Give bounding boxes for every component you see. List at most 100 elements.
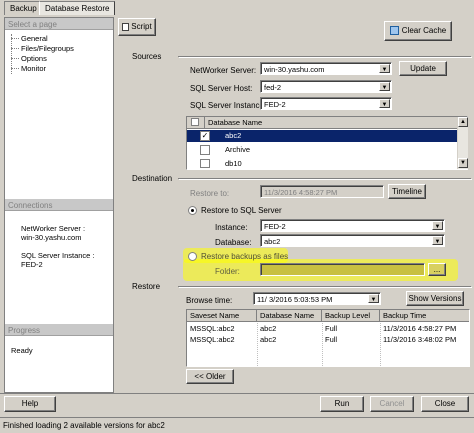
chevron-down-icon[interactable]: ▼ [379, 82, 390, 91]
column-divider [257, 323, 258, 366]
col-backup-time[interactable]: Backup Time [380, 310, 469, 322]
restore-as-files-radio[interactable] [188, 252, 197, 261]
sources-divider [178, 56, 471, 57]
folder-label: Folder: [215, 267, 240, 276]
scroll-up-icon[interactable]: ▲ [458, 117, 468, 127]
connection-networker-label: NetWorker Server : [21, 224, 86, 233]
sql-instance-label: SQL Server Instance: [190, 101, 267, 110]
footer-divider [0, 393, 474, 394]
progress-header: Progress [5, 324, 113, 336]
tree-hline [11, 38, 19, 39]
connection-sql-value: FED-2 [21, 260, 43, 269]
close-button[interactable]: Close [421, 396, 469, 412]
networker-server-value: win-30.yashu.com [264, 65, 325, 74]
networker-server-select[interactable]: win-30.yashu.com ▼ [260, 62, 392, 75]
db-name-header: Database Name [205, 117, 457, 129]
chevron-down-icon[interactable]: ▼ [432, 236, 443, 245]
older-button[interactable]: << Older [186, 369, 234, 384]
col-backup-level[interactable]: Backup Level [322, 310, 380, 322]
cell-level: Full [325, 324, 338, 333]
column-divider [380, 323, 381, 366]
progress-status: Ready [11, 346, 33, 355]
select-all-checkbox[interactable] [191, 118, 199, 126]
sql-host-select[interactable]: fed-2 ▼ [260, 80, 392, 93]
page-files-filegroups[interactable]: Files/Filegroups [21, 44, 74, 53]
database-value: abc2 [264, 237, 281, 246]
help-label: Help [21, 399, 39, 408]
col-saveset-name[interactable]: Saveset Name [187, 310, 257, 322]
tab-database-restore[interactable]: Database Restore [39, 1, 116, 15]
col-database-name[interactable]: Database Name [257, 310, 322, 322]
clear-cache-icon [389, 26, 399, 36]
db-name-archive: Archive [225, 145, 251, 154]
restore-to-sql-label: Restore to SQL Server [201, 206, 282, 215]
connection-networker-value: win-30.yashu.com [21, 233, 82, 242]
chevron-down-icon[interactable]: ▼ [432, 221, 443, 230]
cancel-label: Cancel [379, 399, 405, 408]
update-label: Update [410, 64, 436, 73]
db-check-header [187, 117, 205, 129]
instance-select[interactable]: FED-2 ▼ [260, 219, 445, 232]
browse-time-picker[interactable]: 11/ 3/2016 5:03:53 PM ▼ [253, 292, 381, 305]
chevron-down-icon[interactable]: ▼ [379, 99, 390, 108]
timeline-button[interactable]: Timeline [388, 184, 426, 199]
show-versions-button[interactable]: Show Versions [406, 291, 464, 306]
tab-backup[interactable]: Backup [4, 1, 43, 15]
tree-hline [11, 48, 19, 49]
destination-label: Destination [132, 174, 173, 183]
clear-cache-button[interactable]: Clear Cache [384, 21, 452, 41]
clear-cache-label: Clear Cache [401, 26, 447, 35]
table-row[interactable]: MSSQL:abc2 abc2 Full 11/3/2016 4:58:27 P… [187, 323, 469, 334]
page-options[interactable]: Options [21, 54, 47, 63]
left-panel: Select a page General Files/Filegroups O… [4, 17, 114, 393]
sql-instance-value: FED-2 [264, 100, 286, 109]
sql-host-value: fed-2 [264, 83, 282, 92]
chevron-down-icon[interactable]: ▼ [379, 64, 390, 73]
sql-instance-select[interactable]: FED-2 ▼ [260, 97, 392, 110]
db-name-db10: db10 [225, 159, 242, 168]
run-button[interactable]: Run [320, 396, 364, 412]
connection-sql-label: SQL Server Instance : [21, 251, 95, 260]
destination-divider [178, 178, 471, 179]
cell-time: 11/3/2016 4:58:27 PM [383, 324, 457, 333]
sql-host-label: SQL Server Host: [190, 84, 253, 93]
help-button[interactable]: Help [4, 396, 56, 412]
database-select[interactable]: abc2 ▼ [260, 234, 445, 247]
tab-label: Database Restore [45, 4, 110, 13]
table-row[interactable]: MSSQL:abc2 abc2 Full 11/3/2016 3:48:02 P… [187, 334, 469, 345]
versions-table[interactable]: Saveset Name Database Name Backup Level … [186, 309, 470, 367]
db-checkbox-abc2[interactable]: ✓ [200, 131, 210, 141]
checkmark-icon: ✓ [201, 131, 209, 140]
tab-label: Backup [10, 4, 37, 13]
chevron-down-icon[interactable]: ▼ [368, 294, 379, 303]
db-name-abc2: abc2 [225, 131, 242, 140]
cell-level: Full [325, 335, 338, 344]
instance-label: Instance: [215, 223, 248, 232]
cancel-button[interactable]: Cancel [370, 396, 414, 412]
tree-hline [11, 68, 19, 69]
script-button[interactable]: Script [118, 18, 156, 36]
page-monitor[interactable]: Monitor [21, 64, 46, 73]
db-checkbox-archive[interactable] [200, 145, 210, 155]
cell-database: abc2 [260, 335, 277, 344]
db-checkbox-db10[interactable] [200, 159, 210, 168]
cell-database: abc2 [260, 324, 277, 333]
db-scrollbar[interactable]: ▲ ▼ [457, 117, 468, 169]
status-text: Finished loading 2 available versions fo… [3, 421, 165, 430]
update-button[interactable]: Update [399, 61, 447, 76]
browse-time-label: Browse time: [186, 296, 233, 305]
script-icon [122, 22, 130, 31]
browse-time-value: 11/ 3/2016 5:03:53 PM [257, 295, 333, 304]
run-label: Run [334, 399, 350, 408]
restore-to-sql-radio[interactable] [188, 206, 197, 215]
restore-section-label: Restore [132, 282, 161, 291]
restore-to-label: Restore to: [190, 189, 230, 198]
status-bar: Finished loading 2 available versions fo… [0, 417, 474, 433]
cell-saveset: MSSQL:abc2 [190, 324, 235, 333]
script-label: Script [131, 22, 152, 31]
folder-browse-button[interactable]: ... [428, 263, 446, 276]
page-general[interactable]: General [21, 34, 48, 43]
browse-label: ... [433, 265, 441, 274]
scroll-down-icon[interactable]: ▼ [458, 158, 468, 168]
database-list[interactable]: Database Name ✓ abc2 Archive db10 ▲ ▼ [186, 116, 468, 170]
